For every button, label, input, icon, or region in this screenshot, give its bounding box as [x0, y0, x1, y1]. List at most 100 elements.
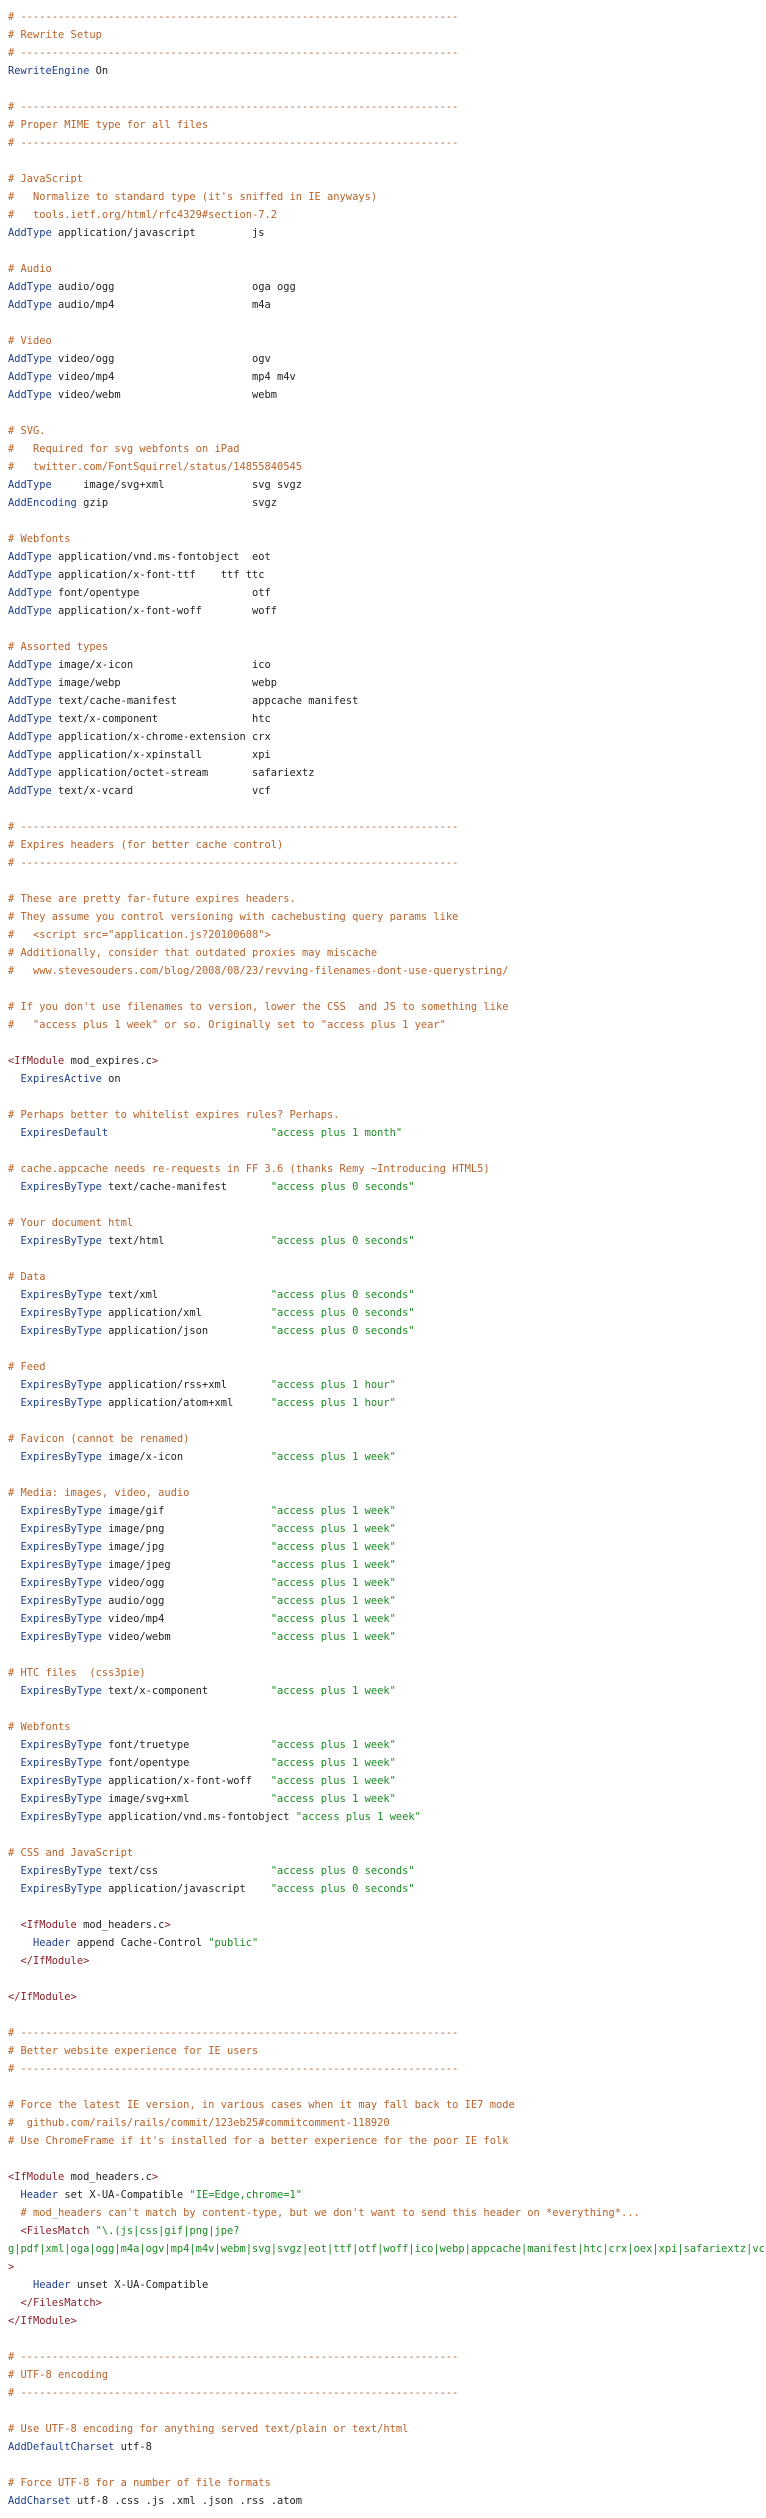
code-line: AddType font/opentype otf — [8, 584, 766, 602]
comment-text: # --------------------------------------… — [8, 2387, 459, 2399]
code-line: # --------------------------------------… — [8, 2384, 766, 2402]
code-line: <IfModule mod_expires.c> — [8, 1052, 766, 1070]
comment-text: # Webfonts — [8, 1721, 71, 1733]
directive-keyword: ExpiresByType — [20, 1235, 102, 1247]
plain-text — [8, 1739, 21, 1751]
string-literal: "public" — [208, 1937, 259, 1949]
module-tag: <IfModule — [20, 1919, 77, 1931]
code-line: # --------------------------------------… — [8, 2024, 766, 2042]
module-tag: <IfModule — [8, 2171, 65, 2183]
comment-text: # <script src="application.js?20100608"> — [8, 929, 271, 941]
string-literal: "access plus 0 seconds" — [270, 1325, 415, 1337]
plain-text — [8, 1505, 21, 1517]
code-line: ExpiresByType image/svg+xml "access plus… — [8, 1790, 766, 1808]
plain-text — [8, 1541, 21, 1553]
string-literal: "access plus 1 week" — [270, 1505, 396, 1517]
plain-text — [8, 1757, 21, 1769]
plain-text: application/vnd.ms-fontobject eot — [51, 551, 271, 563]
code-line: Header set X-UA-Compatible "IE=Edge,chro… — [8, 2186, 766, 2204]
code-line: ExpiresByType application/x-font-woff "a… — [8, 1772, 766, 1790]
code-line: # <script src="application.js?20100608"> — [8, 926, 766, 944]
string-literal: "access plus 1 week" — [270, 1757, 396, 1769]
code-line: Header unset X-UA-Compatible — [8, 2276, 766, 2294]
directive-keyword: AddType — [8, 551, 52, 563]
plain-text: on — [101, 1073, 121, 1085]
code-line: AddType audio/ogg oga ogg — [8, 278, 766, 296]
plain-text — [8, 1919, 21, 1931]
plain-text: application/octet-stream safariextz — [51, 767, 315, 779]
code-line: RewriteEngine On — [8, 62, 766, 80]
comment-text: # cache.appcache needs re-requests in FF… — [8, 1163, 490, 1175]
code-line: # UTF-8 encoding — [8, 2366, 766, 2384]
plain-text: application/x-chrome-extension crx — [51, 731, 271, 743]
code-line: ExpiresByType image/jpg "access plus 1 w… — [8, 1538, 766, 1556]
plain-text — [8, 1883, 21, 1895]
code-line: ExpiresByType application/xml "access pl… — [8, 1304, 766, 1322]
plain-text: application/xml — [101, 1307, 271, 1319]
directive-keyword: ExpiresByType — [20, 1577, 102, 1589]
comment-text: # Your document html — [8, 1217, 134, 1229]
plain-text — [8, 1235, 21, 1247]
string-literal: "access plus 1 week" — [270, 1613, 396, 1625]
directive-keyword: AddType — [8, 479, 52, 491]
comment-text: # CSS and JavaScript — [8, 1847, 134, 1859]
plain-text — [8, 2207, 21, 2219]
code-line: Header append Cache-Control "public" — [8, 1934, 766, 1952]
comment-text: # Force the latest IE version, in variou… — [8, 2099, 515, 2111]
plain-text: utf-8 — [114, 2441, 152, 2453]
code-line: # JavaScript — [8, 170, 766, 188]
code-line: # Data — [8, 1268, 766, 1286]
plain-text — [8, 1397, 21, 1409]
directive-keyword: ExpiresByType — [20, 1793, 102, 1805]
plain-text: application/atom+xml — [101, 1397, 271, 1409]
plain-text: audio/mp4 m4a — [51, 299, 271, 311]
code-line: AddType text/cache-manifest appcache man… — [8, 692, 766, 710]
code-line: g|pdf|xml|oga|ogg|m4a|ogv|mp4|m4v|webm|s… — [8, 2240, 766, 2258]
plain-text: image/x-icon ico — [51, 659, 271, 671]
code-line: AddType application/x-chrome-extension c… — [8, 728, 766, 746]
comment-text: # --------------------------------------… — [8, 47, 459, 59]
code-line: AddType application/vnd.ms-fontobject eo… — [8, 548, 766, 566]
directive-keyword: AddType — [8, 353, 52, 365]
comment-text: # Additionally, consider that outdated p… — [8, 947, 378, 959]
string-literal: "access plus 1 week" — [270, 1559, 396, 1571]
comment-text: # Media: images, video, audio — [8, 1487, 190, 1499]
plain-text: application/javascript — [101, 1883, 271, 1895]
string-literal: "access plus 1 week" — [270, 1577, 396, 1589]
plain-text: application/javascript js — [51, 227, 265, 239]
plain-text — [8, 1793, 21, 1805]
comment-text: # JavaScript — [8, 173, 84, 185]
comment-text: # Rewrite Setup — [8, 29, 102, 41]
comment-text: # Use ChromeFrame if it's installed for … — [8, 2135, 509, 2147]
comment-text: # Perhaps better to whitelist expires ru… — [8, 1109, 340, 1121]
code-line: # Use ChromeFrame if it's installed for … — [8, 2132, 766, 2150]
plain-text — [8, 1775, 21, 1787]
module-tag: </IfModule> — [8, 1991, 77, 2003]
plain-text: text/xml — [101, 1289, 271, 1301]
directive-keyword: AddCharset — [8, 2495, 71, 2507]
code-document: # --------------------------------------… — [0, 0, 766, 2510]
plain-text: video/mp4 mp4 m4v — [51, 371, 296, 383]
string-literal: g|pdf|xml|oga|ogg|m4a|ogv|mp4|m4v|webm|s… — [8, 2243, 766, 2255]
directive-keyword: ExpiresByType — [20, 1631, 102, 1643]
directive-keyword: AddType — [8, 659, 52, 671]
string-literal: "access plus 1 week" — [270, 1685, 396, 1697]
comment-text: # --------------------------------------… — [8, 821, 459, 833]
comment-text: # Video — [8, 335, 52, 347]
code-line: ExpiresByType image/jpeg "access plus 1 … — [8, 1556, 766, 1574]
plain-text: On — [89, 65, 109, 77]
plain-text: gzip svgz — [76, 497, 278, 509]
directive-keyword: ExpiresByType — [20, 1451, 102, 1463]
plain-text: image/webp webp — [51, 677, 278, 689]
plain-text: application/x-xpinstall xpi — [51, 749, 271, 761]
string-literal: "access plus 0 seconds" — [270, 1307, 415, 1319]
code-line: # Favicon (cannot be renamed) — [8, 1430, 766, 1448]
plain-text — [8, 1325, 21, 1337]
string-literal: "access plus 0 seconds" — [270, 1235, 415, 1247]
code-line: AddType image/webp webp — [8, 674, 766, 692]
